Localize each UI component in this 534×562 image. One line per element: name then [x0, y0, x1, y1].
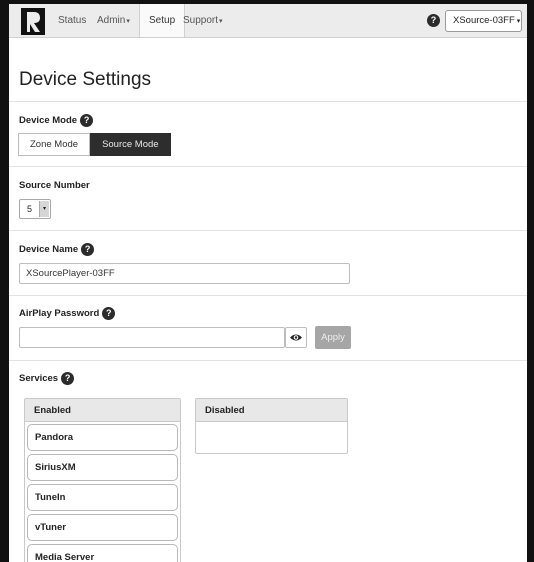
source-number-value: 5 [27, 204, 33, 214]
airplay-password-input[interactable] [19, 327, 285, 348]
services-label-text: Services [19, 373, 59, 385]
device-name-label-text: Device Name [19, 244, 79, 256]
device-name-label: Device Name? [19, 243, 95, 256]
nav-support-label: Support [183, 15, 219, 26]
device-name-input[interactable]: XSourcePlayer-03FF [19, 263, 350, 284]
eye-icon [290, 334, 302, 341]
disabled-services-header: Disabled [196, 399, 347, 422]
device-mode-label-text: Device Mode [19, 115, 78, 127]
service-item-tunein[interactable]: TuneIn [27, 484, 178, 511]
source-number-select[interactable]: 5 ▾ [19, 199, 51, 219]
nav-setup[interactable]: Setup [139, 4, 186, 37]
chevron-down-icon: ▾ [219, 18, 223, 25]
page-title: Device Settings [19, 69, 152, 90]
divider [9, 295, 527, 296]
divider [9, 166, 527, 167]
nav-admin-label: Admin [97, 15, 126, 26]
service-item-vtuner[interactable]: vTuner [27, 514, 178, 541]
divider [9, 360, 527, 361]
device-selector[interactable]: XSource-03FF ▾ [445, 10, 522, 32]
nav-status[interactable]: Status [58, 4, 86, 37]
airplay-password-label-text: AirPlay Password [19, 308, 100, 320]
service-item-media-server[interactable]: Media Server [27, 544, 178, 562]
screen-frame-left [0, 0, 9, 562]
screen-frame-right [527, 0, 534, 562]
help-icon[interactable]: ? [81, 243, 95, 256]
nav-setup-label: Setup [149, 15, 176, 26]
help-icon[interactable]: ? [102, 307, 116, 320]
enabled-services-panel: Enabled Pandora SiriusXM TuneIn vTuner M… [24, 398, 181, 562]
nav-status-label: Status [58, 15, 87, 26]
help-icon[interactable]: ? [427, 14, 440, 27]
chevron-down-icon: ▾ [126, 18, 130, 25]
zone-mode-button[interactable]: Zone Mode [18, 133, 91, 156]
airplay-password-label: AirPlay Password? [19, 307, 116, 320]
source-number-label: Source Number [19, 180, 90, 191]
enabled-services-header: Enabled [25, 399, 180, 422]
chevron-down-icon: ▾ [39, 201, 49, 217]
divider [9, 101, 527, 102]
disabled-services-panel[interactable]: Disabled [195, 398, 348, 454]
help-icon[interactable]: ? [61, 372, 75, 385]
nav-support[interactable]: Support▾ [183, 4, 223, 37]
device-selector-label: XSource-03FF [453, 15, 515, 26]
service-item-pandora[interactable]: Pandora [27, 424, 178, 451]
apply-button[interactable]: Apply [315, 326, 351, 349]
help-icon[interactable]: ? [80, 114, 94, 127]
divider [9, 230, 527, 231]
device-mode-toggle: Zone Mode Source Mode [18, 133, 171, 156]
service-item-siriusxm[interactable]: SiriusXM [27, 454, 178, 481]
show-password-button[interactable] [285, 327, 307, 348]
services-label: Services? [19, 372, 75, 385]
top-navbar: Status Admin▾ Setup Support▾ ? XSource-0… [9, 4, 527, 38]
source-mode-button[interactable]: Source Mode [90, 133, 171, 156]
chevron-down-icon: ▾ [516, 18, 521, 25]
nav-admin[interactable]: Admin▾ [97, 4, 130, 37]
device-mode-label: Device Mode? [19, 114, 94, 127]
brand-logo [21, 8, 45, 35]
